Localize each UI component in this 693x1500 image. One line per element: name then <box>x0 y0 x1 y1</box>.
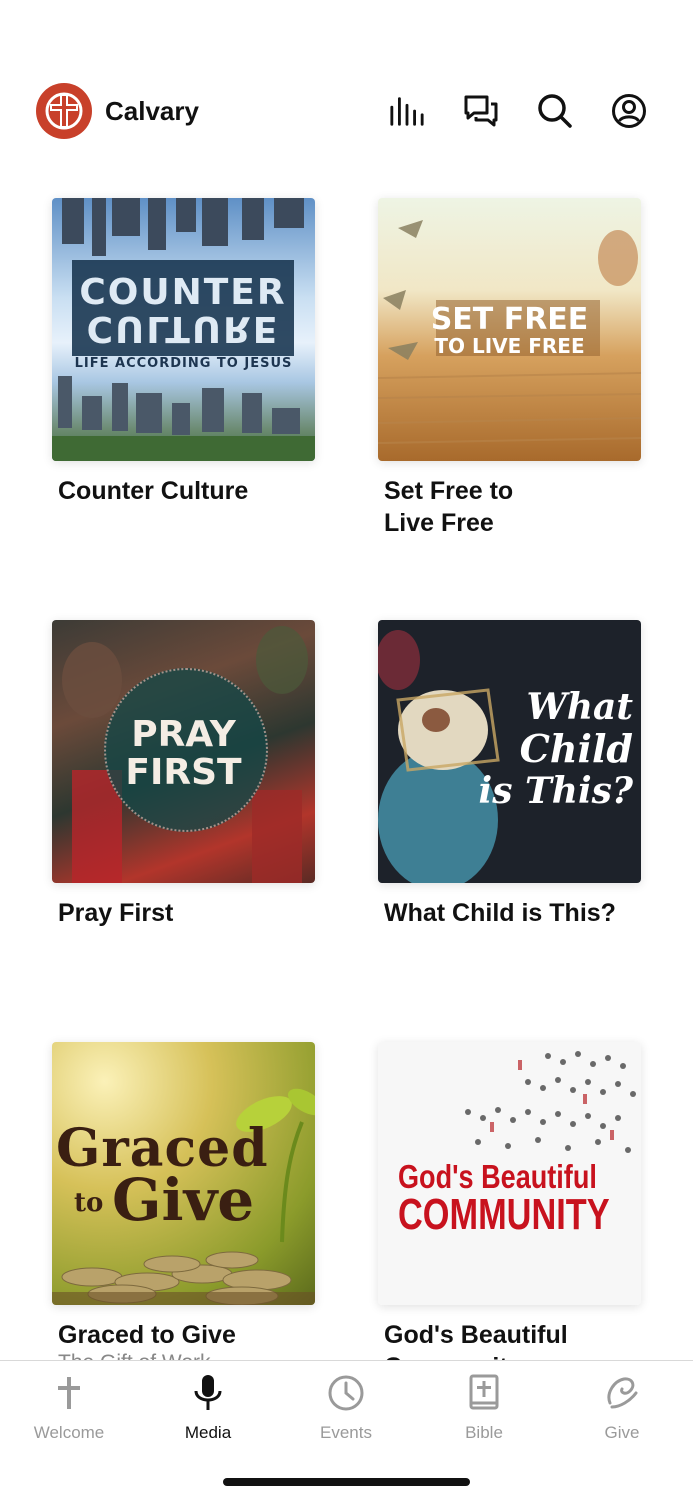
calvary-logo[interactable] <box>36 83 92 139</box>
series-card-pray-first[interactable]: PRAY FIRST Pray First <box>52 620 315 929</box>
series-title: Pray First <box>58 899 174 927</box>
tab-give[interactable]: Give <box>567 1373 677 1443</box>
tab-welcome[interactable]: Welcome <box>14 1373 124 1443</box>
tab-events[interactable]: Events <box>291 1373 401 1443</box>
home-indicator[interactable] <box>223 1478 470 1486</box>
tab-media[interactable]: Media <box>153 1373 263 1443</box>
microphone-icon <box>194 1375 222 1410</box>
bible-icon <box>469 1374 499 1410</box>
series-artwork[interactable]: SET FREE TO LIVE FREE <box>378 198 641 461</box>
series-artwork[interactable]: PRAY FIRST <box>52 620 315 883</box>
cross-icon <box>58 1377 80 1409</box>
clock-icon <box>328 1375 364 1411</box>
account-icon[interactable] <box>611 93 647 129</box>
audio-bars-icon[interactable] <box>389 93 425 129</box>
series-card-set-free[interactable]: SET FREE TO LIVE FREE Set Free to Live F… <box>378 198 641 539</box>
chat-icon[interactable] <box>463 93 499 129</box>
tab-bible[interactable]: Bible <box>429 1373 539 1443</box>
tab-label: Give <box>604 1423 640 1442</box>
series-artwork[interactable]: COUNTER CULTURE LIFE ACCORDING TO JESUS <box>52 198 315 461</box>
series-card-gods-beautiful-community[interactable]: God's Beautiful COMMUNITY God's Beautifu… <box>378 1042 641 1383</box>
series-title: Set Free to Live Free <box>384 477 514 537</box>
search-icon[interactable] <box>537 93 573 129</box>
app-title: Calvary <box>105 95 199 126</box>
app-header: Calvary <box>36 82 647 140</box>
series-title: Graced to Give <box>58 1321 236 1349</box>
series-artwork[interactable]: Graced to Give <box>52 1042 315 1305</box>
cross-logo-icon <box>45 92 83 130</box>
series-title: Counter Culture <box>58 477 249 505</box>
tab-label: Welcome <box>33 1423 105 1442</box>
give-icon <box>607 1377 638 1409</box>
tab-label: Media <box>184 1423 232 1442</box>
series-artwork[interactable]: What Child is This? <box>378 620 641 883</box>
series-card-what-child[interactable]: What Child is This? What Child is This? <box>378 620 641 929</box>
series-card-graced-to-give[interactable]: Graced to Give Graced to Give The Gift o… <box>52 1042 315 1375</box>
series-artwork[interactable]: God's Beautiful COMMUNITY <box>378 1042 641 1305</box>
series-title: What Child is This? <box>384 899 616 927</box>
tab-label: Events <box>320 1423 372 1442</box>
series-card-counter-culture[interactable]: COUNTER CULTURE LIFE ACCORDING TO JESUS … <box>52 198 315 507</box>
tab-label: Bible <box>465 1423 503 1442</box>
